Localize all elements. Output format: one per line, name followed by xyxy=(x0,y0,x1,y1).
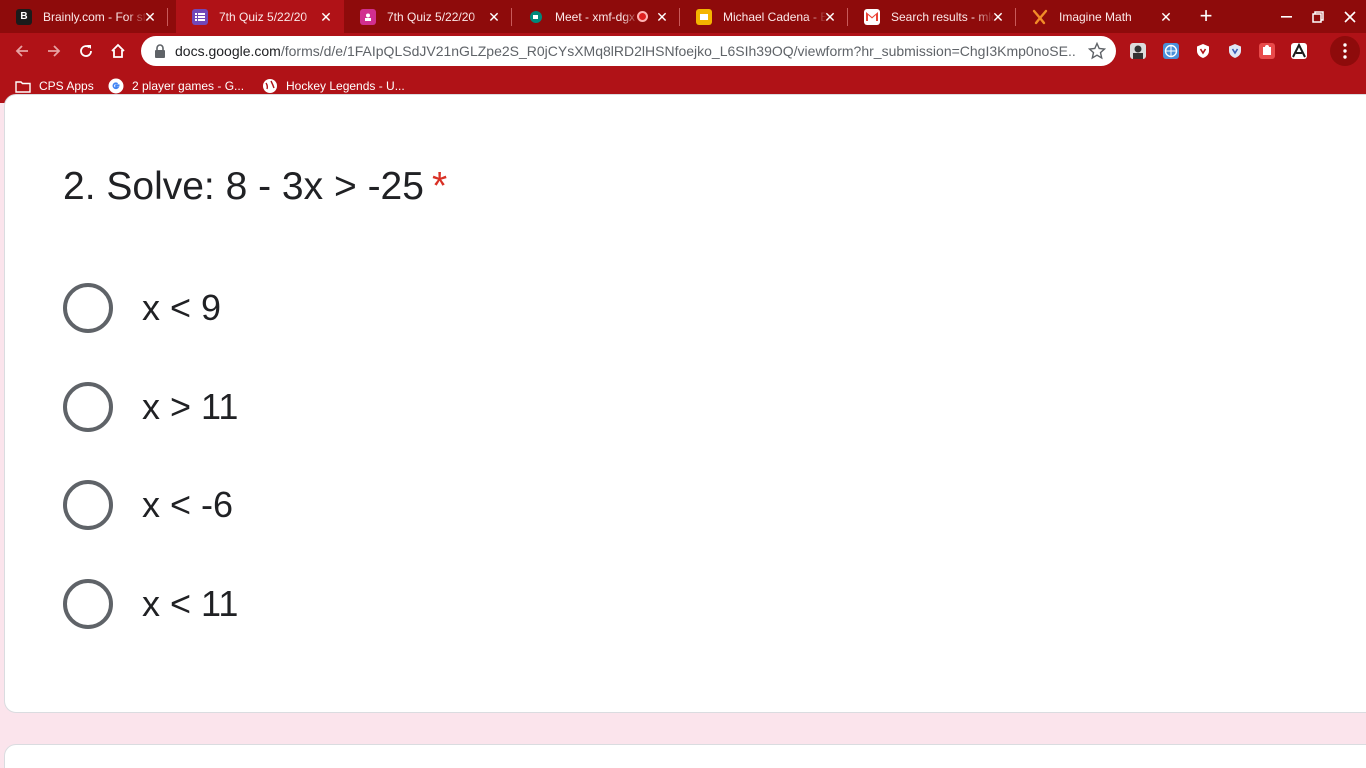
option-label[interactable]: x < 9 xyxy=(142,287,221,329)
globe-icon xyxy=(262,78,278,94)
recording-indicator-icon xyxy=(637,11,648,22)
forward-button[interactable] xyxy=(42,39,66,63)
extension-shield-icon[interactable] xyxy=(1195,43,1211,59)
question-text: 2. Solve: 8 - 3x > -25 xyxy=(63,165,424,208)
tab-meet[interactable]: Meet - xmf-dgx ✕ xyxy=(512,0,680,33)
url-text[interactable]: docs.google.com/forms/d/e/1FAIpQLSdJV21n… xyxy=(175,43,1075,59)
tab-separator xyxy=(167,8,168,26)
google-forms-icon xyxy=(192,8,208,25)
required-asterisk: * xyxy=(431,165,448,208)
back-arrow-icon xyxy=(15,45,28,57)
answer-option[interactable]: x > 11 xyxy=(63,382,238,432)
answer-option[interactable]: x < 9 xyxy=(63,283,221,333)
close-icon[interactable]: ✕ xyxy=(822,9,838,25)
reload-button[interactable] xyxy=(74,39,98,63)
url-path: /forms/d/e/1FAIpQLSdJV21nGLZpe2S_R0jCYsX… xyxy=(280,43,1075,59)
close-window-icon xyxy=(1344,10,1356,23)
home-icon xyxy=(111,43,125,58)
gmail-icon xyxy=(864,8,880,25)
url-host: docs.google.com xyxy=(175,43,281,59)
more-vertical-icon xyxy=(1343,43,1347,59)
home-button[interactable] xyxy=(106,39,130,63)
close-window-button[interactable] xyxy=(1334,0,1366,33)
bookmark-star-icon[interactable] xyxy=(1088,42,1106,60)
close-icon[interactable]: ✕ xyxy=(486,9,502,25)
next-question-card xyxy=(4,744,1366,768)
address-bar[interactable]: docs.google.com/forms/d/e/1FAIpQLSdJV21n… xyxy=(141,36,1116,66)
option-label[interactable]: x < -6 xyxy=(142,484,233,526)
radio-button[interactable] xyxy=(63,579,113,629)
close-icon[interactable]: ✕ xyxy=(990,9,1006,25)
imagine-math-icon xyxy=(1032,9,1048,25)
radio-button[interactable] xyxy=(63,283,113,333)
google-icon xyxy=(108,78,124,94)
tab-title: Brainly.com - For st xyxy=(43,9,147,24)
tab-7th-quiz-classroom[interactable]: 7th Quiz 5/22/20 ✕ xyxy=(344,0,512,33)
tab-7th-quiz-forms[interactable]: 7th Quiz 5/22/20 ✕ xyxy=(176,0,344,33)
extension-arrow-logo-icon[interactable] xyxy=(1291,42,1307,59)
lock-icon[interactable] xyxy=(154,44,166,58)
bookmark-cps-apps[interactable]: CPS Apps xyxy=(15,77,94,95)
minimize-icon xyxy=(1280,15,1292,18)
extension-globe-icon[interactable] xyxy=(1163,43,1179,59)
close-icon[interactable]: ✕ xyxy=(1158,9,1174,25)
tab-imagine-math[interactable]: Imagine Math ✕ xyxy=(1016,0,1184,33)
brainly-icon: B xyxy=(16,8,32,25)
bookmark-label: Hockey Legends - U... xyxy=(286,79,405,93)
extension-puzzle-icon[interactable] xyxy=(1259,43,1275,59)
restore-icon xyxy=(1312,10,1324,23)
google-meet-icon xyxy=(528,9,544,25)
tab-title: Meet - xmf-dgx xyxy=(555,9,636,24)
option-label[interactable]: x > 11 xyxy=(142,386,238,428)
tab-title: Michael Cadena - E xyxy=(723,9,827,24)
restore-button[interactable] xyxy=(1302,0,1334,33)
answer-option[interactable]: x < -6 xyxy=(63,480,233,530)
answer-option[interactable]: x < 11 xyxy=(63,579,238,629)
tab-title: Search results - mlc xyxy=(891,9,995,24)
option-label[interactable]: x < 11 xyxy=(142,583,238,625)
tab-title: 7th Quiz 5/22/20 xyxy=(219,9,308,24)
reload-icon xyxy=(80,45,92,57)
google-classroom-icon xyxy=(360,8,376,25)
bookmark-hockey-legends[interactable]: Hockey Legends - U... xyxy=(262,77,405,95)
bookmark-2-player-games[interactable]: 2 player games - G... xyxy=(108,77,244,95)
tab-title: Imagine Math xyxy=(1059,9,1132,24)
radio-button[interactable] xyxy=(63,480,113,530)
tab-strip: B Brainly.com - For st ✕ 7th Quiz 5/22/2… xyxy=(0,0,1366,33)
browser-toolbar: docs.google.com/forms/d/e/1FAIpQLSdJV21n… xyxy=(0,33,1366,69)
extension-avatar-icon[interactable] xyxy=(1130,43,1146,59)
minimize-button[interactable] xyxy=(1270,0,1302,33)
close-icon[interactable]: ✕ xyxy=(142,9,158,25)
tab-gmail[interactable]: Search results - mlc ✕ xyxy=(848,0,1016,33)
tab-brainly[interactable]: B Brainly.com - For st ✕ xyxy=(0,0,168,33)
tab-title: 7th Quiz 5/22/20 xyxy=(387,9,476,24)
bookmark-label: CPS Apps xyxy=(39,79,94,93)
forward-arrow-icon xyxy=(48,45,61,57)
bookmark-label: 2 player games - G... xyxy=(132,79,245,93)
google-slides-icon xyxy=(696,8,712,25)
question-title: 2. Solve: 8 - 3x > -25 * xyxy=(63,165,447,209)
new-tab-button[interactable]: + xyxy=(1194,5,1218,29)
tab-slides[interactable]: Michael Cadena - E ✕ xyxy=(680,0,848,33)
folder-icon xyxy=(15,78,31,94)
back-button[interactable] xyxy=(10,39,34,63)
browser-menu-button[interactable] xyxy=(1330,36,1360,66)
extension-shield-icon[interactable] xyxy=(1227,43,1243,59)
close-icon[interactable]: ✕ xyxy=(654,9,670,25)
radio-button[interactable] xyxy=(63,382,113,432)
close-icon[interactable]: ✕ xyxy=(318,9,334,25)
